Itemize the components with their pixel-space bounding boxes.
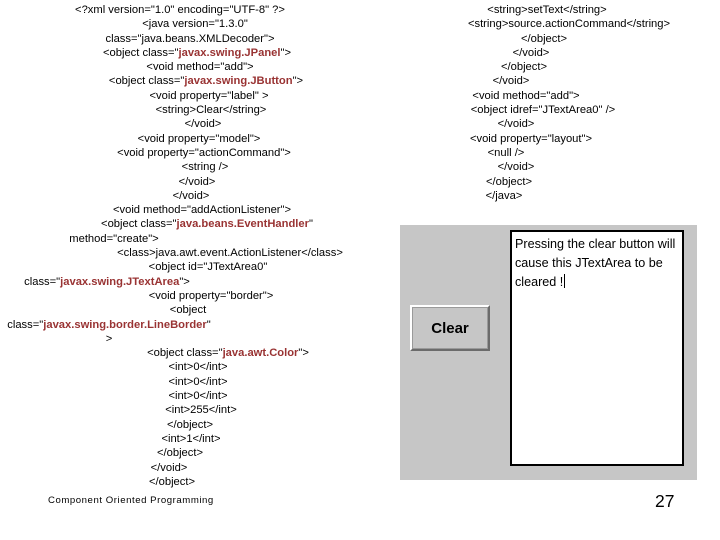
code-line: <void method="add">: [146, 61, 254, 74]
code-line: </void>: [492, 75, 530, 88]
swing-jpanel-screenshot: Clear Pressing the clear button will cau…: [400, 225, 697, 480]
code-line: </object>: [166, 418, 214, 431]
code-line: </void>: [184, 118, 222, 131]
jtextarea-value: Pressing the clear button will cause thi…: [515, 237, 676, 289]
jtextarea-field[interactable]: Pressing the clear button will cause thi…: [510, 230, 684, 466]
highlighted-class-name: javax.swing.JPanel: [178, 46, 281, 59]
code-line: <string>source.actionCommand</string>: [467, 18, 671, 31]
code-line: class="javax.swing.JTextArea">: [24, 275, 190, 288]
code-line: <string>Clear</string>: [155, 104, 267, 117]
code-line: <object class="javax.swing.JButton">: [108, 75, 304, 88]
code-line: <string />: [181, 161, 229, 174]
code-line: <void property="layout">: [469, 132, 593, 145]
code-line: <int>0</int>: [168, 390, 228, 403]
code-line: <class>java.awt.event.ActionListener</cl…: [117, 247, 343, 260]
code-line: </object>: [485, 175, 533, 188]
code-line: <object idref="JTextArea0" />: [470, 104, 616, 117]
code-line: class="java.beans.XMLDecoder">: [105, 32, 275, 45]
highlighted-class-name: javax.swing.JTextArea: [60, 275, 180, 288]
code-line: <object class="java.beans.EventHandler": [101, 218, 313, 231]
code-line: method="create">: [69, 232, 159, 245]
code-line: </void>: [497, 118, 535, 131]
code-line: <int>1</int>: [161, 432, 221, 445]
code-line: </void>: [172, 189, 210, 202]
code-line: <void property="actionCommand">: [117, 146, 291, 159]
code-line: <void method="add">: [472, 89, 580, 102]
code-line: <object class="javax.swing.JPanel">: [103, 46, 291, 59]
code-line: </void>: [150, 461, 188, 474]
code-line: <int>0</int>: [168, 361, 228, 374]
slide-canvas: { "slide": { "footer_title": "Component …: [0, 0, 720, 540]
xml-code-column-right: <string>setText</string> <string>source.a…: [382, 3, 712, 203]
code-line: <?xml version="1.0" encoding="UTF-8" ?>: [75, 4, 285, 16]
code-line: </void>: [178, 175, 216, 188]
code-line: <void property="border">: [148, 289, 274, 302]
clear-button[interactable]: Clear: [410, 305, 490, 351]
code-line: <void property="label" >: [149, 89, 269, 102]
code-line: </object>: [500, 61, 548, 74]
code-line: <string>setText</string>: [487, 4, 607, 16]
code-line: <null />: [487, 146, 525, 159]
code-line: <object id="JTextArea0": [148, 261, 268, 274]
code-line: <void method="addActionListener">: [112, 204, 292, 217]
code-line: <int>255</int>: [165, 404, 237, 417]
highlighted-class-name: java.awt.Color: [222, 347, 299, 360]
code-line: <object class="java.awt.Color">: [147, 347, 309, 360]
code-line: </object>: [148, 475, 196, 488]
footer-title: Component Oriented Programming: [48, 495, 214, 506]
code-line: </object>: [520, 32, 568, 45]
highlighted-class-name: javax.swing.JButton: [184, 75, 293, 88]
page-number: 27: [655, 491, 675, 511]
code-line: <java version="1.3.0": [142, 18, 248, 31]
highlighted-class-name: java.beans.EventHandler: [176, 218, 309, 231]
code-line: class="javax.swing.border.LineBorder">: [7, 318, 211, 345]
text-caret: [564, 274, 566, 288]
xml-code-column-left: <?xml version="1.0" encoding="UTF-8" ?> <…: [4, 3, 356, 489]
code-line: <object: [169, 304, 207, 317]
code-line: <void property="model">: [137, 132, 261, 145]
highlighted-class-name: javax.swing.border.LineBorder: [43, 318, 207, 331]
code-line: <int>0</int>: [168, 375, 228, 388]
code-line: </java>: [485, 189, 523, 202]
code-line: </object>: [156, 447, 204, 460]
code-line: </void>: [512, 46, 550, 59]
code-line: </void>: [497, 161, 535, 174]
